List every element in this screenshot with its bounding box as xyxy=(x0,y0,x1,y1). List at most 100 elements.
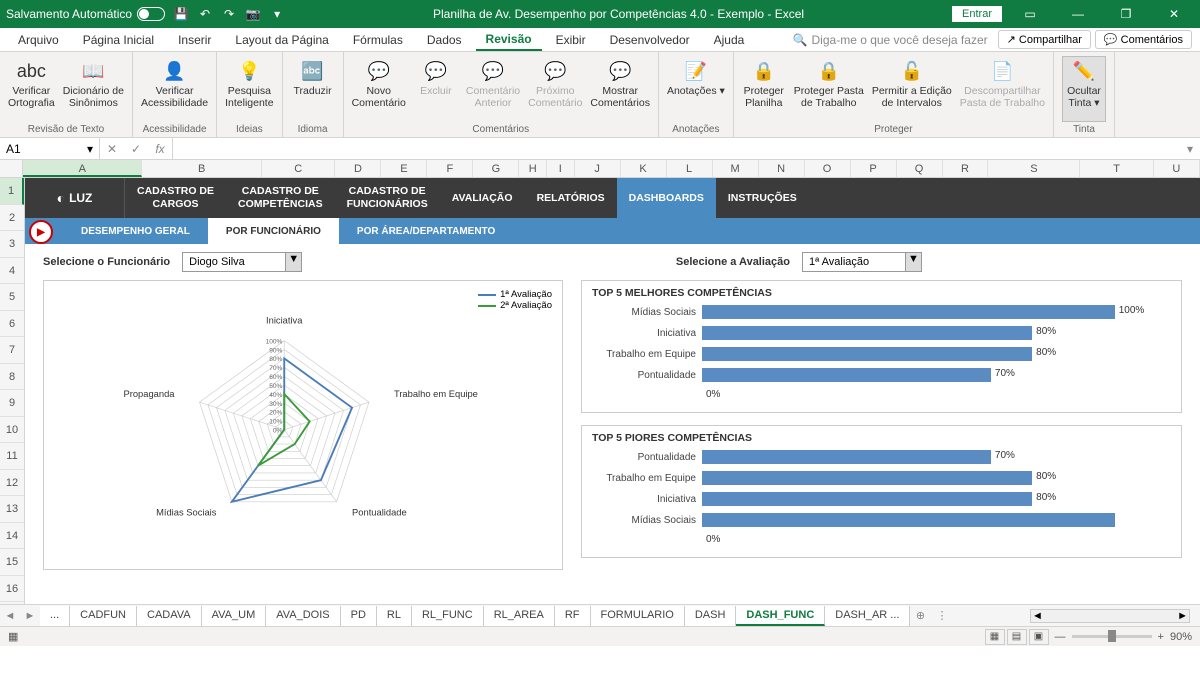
column-header[interactable]: K xyxy=(621,160,667,177)
column-header[interactable]: P xyxy=(851,160,897,177)
ribbon-proteger-pasta[interactable]: 🔒Proteger Pastade Trabalho xyxy=(794,56,864,122)
ribbon-pesquisa[interactable]: 💡PesquisaInteligente xyxy=(225,56,273,122)
dashboard-subnav-item[interactable]: POR FUNCIONÁRIO xyxy=(208,218,339,244)
menu-tab-layout-da-página[interactable]: Layout da Página xyxy=(225,30,338,50)
dashboard-subnav-item[interactable]: POR ÁREA/DEPARTAMENTO xyxy=(339,218,513,244)
play-icon[interactable]: ▶ xyxy=(29,220,53,244)
cancel-formula-icon[interactable]: ✕ xyxy=(100,138,124,159)
tell-me-input[interactable]: 🔍 Diga-me o que você deseja fazer xyxy=(787,31,994,49)
dashboard-nav-item[interactable]: AVALIAÇÃO xyxy=(440,192,525,205)
redo-icon[interactable]: ↷ xyxy=(221,6,237,22)
sheet-tab[interactable]: AVA_DOIS xyxy=(266,606,340,626)
ribbon-novo[interactable]: 💬NovoComentário xyxy=(352,56,406,122)
ribbon-mostrar[interactable]: 💬MostrarComentários xyxy=(590,56,650,122)
dashboard-subnav-item[interactable]: DESEMPENHO GERAL xyxy=(63,218,208,244)
menu-tab-revisão[interactable]: Revisão xyxy=(476,29,542,51)
sheet-tab[interactable]: CADAVA xyxy=(137,606,202,626)
sheet-tab[interactable]: RL_FUNC xyxy=(412,606,484,626)
ribbon-verificar[interactable]: 👤VerificarAcessibilidade xyxy=(141,56,208,122)
column-header[interactable]: D xyxy=(335,160,381,177)
sheet-tab[interactable]: FORMULARIO xyxy=(591,606,685,626)
column-header[interactable]: I xyxy=(547,160,575,177)
qat-dropdown-icon[interactable]: ▾ xyxy=(269,6,285,22)
zoom-level[interactable]: 90% xyxy=(1170,631,1192,643)
row-header[interactable]: 9 xyxy=(0,390,24,417)
menu-tab-página-inicial[interactable]: Página Inicial xyxy=(73,30,164,50)
column-header[interactable]: R xyxy=(943,160,989,177)
menu-tab-exibir[interactable]: Exibir xyxy=(546,30,596,50)
sheet-tab-next-icon[interactable]: ► xyxy=(20,610,40,622)
row-header[interactable]: 3 xyxy=(0,231,24,258)
normal-view-icon[interactable]: ▦ xyxy=(985,629,1005,645)
dashboard-nav-item[interactable]: CADASTRO DEFUNCIONÁRIOS xyxy=(335,185,440,210)
column-header[interactable]: E xyxy=(381,160,427,177)
column-header[interactable]: N xyxy=(759,160,805,177)
formula-input[interactable] xyxy=(173,138,1180,159)
column-header[interactable]: F xyxy=(427,160,473,177)
menu-tab-desenvolvedor[interactable]: Desenvolvedor xyxy=(600,30,700,50)
ribbon-traduzir[interactable]: 🔤Traduzir xyxy=(291,56,335,122)
zoom-in-icon[interactable]: + xyxy=(1158,631,1164,643)
maximize-icon[interactable]: ❐ xyxy=(1106,0,1146,28)
menu-tab-fórmulas[interactable]: Fórmulas xyxy=(343,30,413,50)
column-header[interactable]: S xyxy=(988,160,1080,177)
menu-tab-inserir[interactable]: Inserir xyxy=(168,30,221,50)
new-sheet-icon[interactable]: ⊕ xyxy=(910,609,930,622)
save-icon[interactable]: 💾 xyxy=(173,6,189,22)
row-header[interactable]: 11 xyxy=(0,443,24,470)
sheet-tab[interactable]: AVA_UM xyxy=(202,606,267,626)
menu-tab-dados[interactable]: Dados xyxy=(417,30,472,50)
column-header[interactable]: O xyxy=(805,160,851,177)
sheet-tab[interactable]: DASH_AR ... xyxy=(825,606,910,626)
column-header[interactable]: B xyxy=(142,160,261,177)
sheet-tab-prev-icon[interactable]: ◄ xyxy=(0,610,20,622)
minimize-icon[interactable]: ― xyxy=(1058,0,1098,28)
fx-icon[interactable]: fx xyxy=(148,138,172,159)
page-layout-view-icon[interactable]: ▤ xyxy=(1007,629,1027,645)
sheet-tab[interactable]: RF xyxy=(555,606,591,626)
page-break-view-icon[interactable]: ▣ xyxy=(1029,629,1049,645)
ribbon-options-icon[interactable]: ▭ xyxy=(1010,0,1050,28)
column-header[interactable]: C xyxy=(262,160,336,177)
dashboard-nav-item[interactable]: RELATÓRIOS xyxy=(525,192,617,205)
zoom-slider[interactable] xyxy=(1072,635,1152,638)
sheet-tab[interactable]: CADFUN xyxy=(70,606,137,626)
row-header[interactable]: 13 xyxy=(0,496,24,523)
name-box[interactable]: A1▾ xyxy=(0,138,100,159)
row-header[interactable]: 5 xyxy=(0,284,24,311)
row-header[interactable]: 6 xyxy=(0,311,24,338)
ribbon-verificar[interactable]: abcVerificarOrtografia xyxy=(8,56,55,122)
dashboard-nav-item[interactable]: CADASTRO DECARGOS xyxy=(125,185,226,210)
horizontal-scrollbar[interactable]: ◄► xyxy=(1030,609,1190,623)
sheet-tab[interactable]: RL xyxy=(377,606,412,626)
row-header[interactable]: 12 xyxy=(0,470,24,497)
record-macro-icon[interactable]: ▦ xyxy=(8,630,18,643)
dashboard-nav-item[interactable]: DASHBOARDS xyxy=(617,178,716,218)
column-header[interactable]: T xyxy=(1080,160,1154,177)
row-header[interactable]: 4 xyxy=(0,258,24,285)
column-header[interactable]: J xyxy=(575,160,621,177)
comments-button[interactable]: 💬 Comentários xyxy=(1095,30,1192,49)
share-button[interactable]: ↗ Compartilhar xyxy=(998,30,1091,49)
row-header[interactable]: 16 xyxy=(0,576,24,603)
row-header[interactable]: 1 xyxy=(0,178,24,205)
column-header[interactable]: L xyxy=(667,160,713,177)
ribbon-anotações-▾[interactable]: 📝Anotações ▾ xyxy=(667,56,725,122)
sign-in-button[interactable]: Entrar xyxy=(952,6,1002,22)
enter-formula-icon[interactable]: ✓ xyxy=(124,138,148,159)
column-header[interactable]: H xyxy=(519,160,547,177)
dashboard-nav-item[interactable]: CADASTRO DECOMPETÊNCIAS xyxy=(226,185,335,210)
sheet-tab[interactable]: ... xyxy=(40,606,70,626)
column-header[interactable]: G xyxy=(473,160,519,177)
dashboard-nav-item[interactable]: INSTRUÇÕES xyxy=(716,192,809,205)
sheet-tab[interactable]: RL_AREA xyxy=(484,606,555,626)
ribbon-proteger[interactable]: 🔒ProtegerPlanilha xyxy=(742,56,786,122)
row-header[interactable]: 8 xyxy=(0,364,24,391)
column-headers[interactable]: ABCDEFGHIJKLMNOPQRSTU xyxy=(0,160,1200,178)
sheet-tab[interactable]: DASH_FUNC xyxy=(736,606,825,626)
column-header[interactable]: U xyxy=(1154,160,1200,177)
ribbon-permitir-a-edição[interactable]: 🔓Permitir a Ediçãode Intervalos xyxy=(872,56,952,122)
row-header[interactable]: 15 xyxy=(0,549,24,576)
row-header[interactable]: 14 xyxy=(0,523,24,550)
camera-icon[interactable]: 📷 xyxy=(245,6,261,22)
